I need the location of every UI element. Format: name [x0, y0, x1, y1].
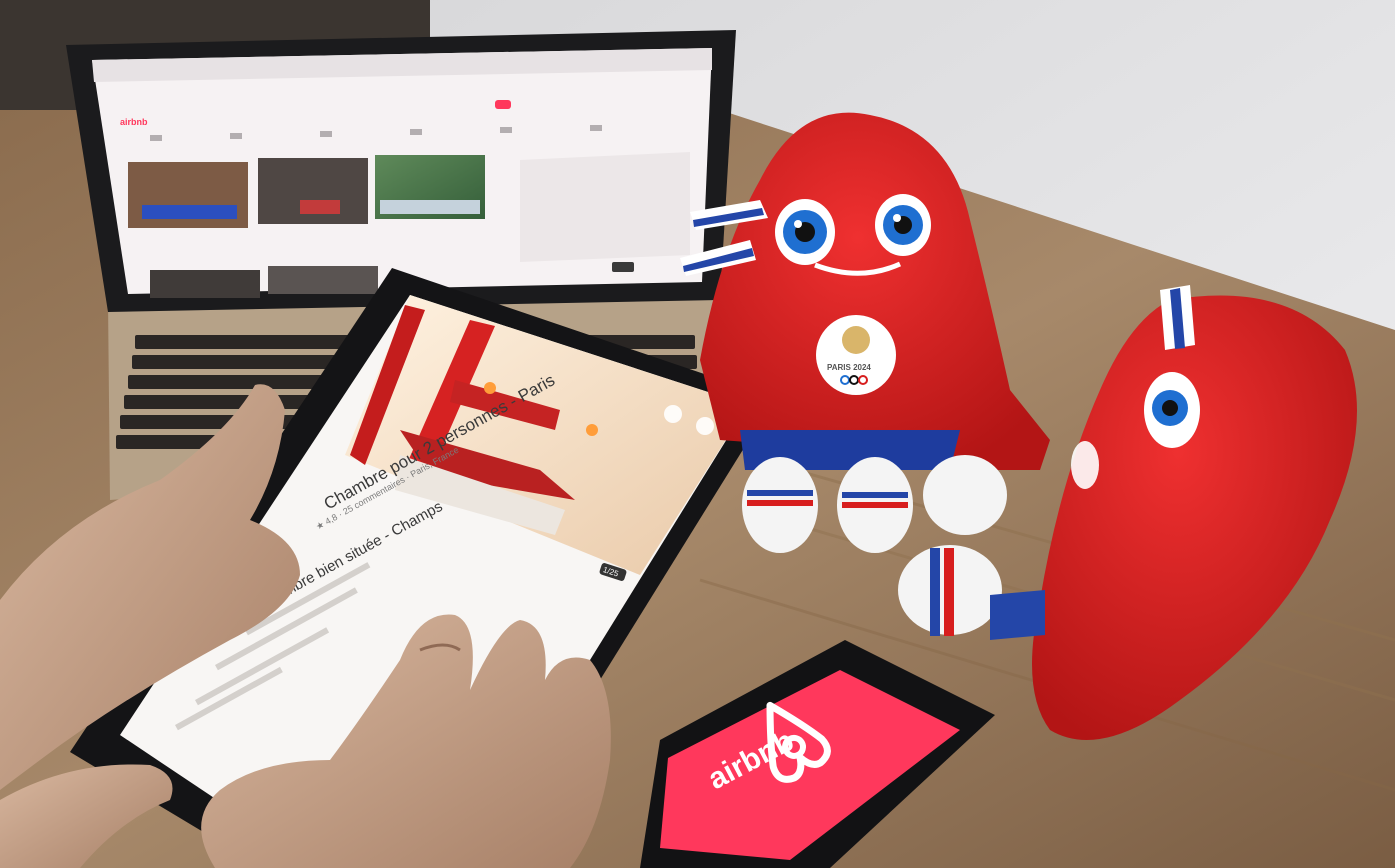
map-panel[interactable] [520, 152, 690, 262]
listing-thumb[interactable] [150, 270, 260, 298]
listing-thumb[interactable] [258, 158, 368, 224]
airbnb-wordmark[interactable]: airbnb [120, 117, 148, 127]
photo-scene: airbnb 1/25 Chambre pour 2 personnes - P… [0, 0, 1395, 868]
heart-icon[interactable] [696, 417, 714, 435]
share-icon[interactable] [664, 405, 682, 423]
listing-thumb[interactable] [268, 266, 378, 294]
map-toggle-button[interactable] [612, 262, 634, 272]
search-button[interactable] [495, 100, 511, 109]
badge-text: PARIS 2024 [827, 363, 871, 372]
paris-2024-badge: PARIS 2024 [816, 315, 896, 395]
